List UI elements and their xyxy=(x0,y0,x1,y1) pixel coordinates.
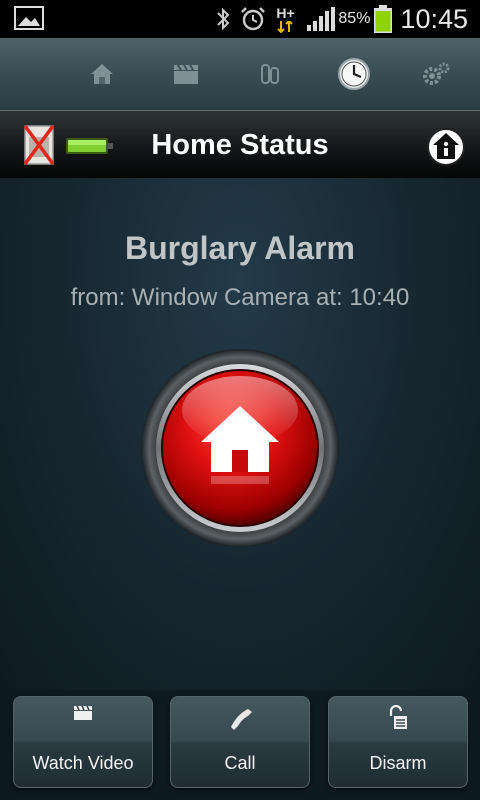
battery-percent: 85% xyxy=(338,10,371,27)
action-bar: Watch Video Call Disarm xyxy=(0,690,480,800)
clock-time: 10:45 xyxy=(400,3,468,34)
call-button[interactable]: Call xyxy=(170,696,310,788)
home-info-icon[interactable] xyxy=(426,127,466,167)
alarm-home-button[interactable] xyxy=(140,348,340,548)
clapperboard-icon xyxy=(174,64,198,84)
page-header: Home Status xyxy=(0,110,480,179)
watch-video-button[interactable]: Watch Video xyxy=(13,696,153,788)
phone-icon xyxy=(231,709,252,730)
clapperboard-icon xyxy=(74,705,92,720)
tab-history[interactable] xyxy=(336,56,372,92)
signal-icon xyxy=(307,7,336,31)
bluetooth-icon xyxy=(217,7,230,31)
call-label: Call xyxy=(224,753,256,773)
alarm-subtitle: from: Window Camera at: 10:40 xyxy=(70,284,410,311)
tab-settings[interactable] xyxy=(418,56,454,92)
tab-devices[interactable] xyxy=(252,56,288,92)
tab-home[interactable] xyxy=(84,56,120,92)
battery-icon xyxy=(374,5,393,33)
home-icon xyxy=(91,64,113,84)
alarm-panel: Burglary Alarm from: Window Camera at: 1… xyxy=(0,178,480,690)
tab-video[interactable] xyxy=(168,56,204,92)
status-bar: H+ 85% 10:45 xyxy=(0,0,480,38)
gears-icon xyxy=(423,62,450,85)
clock-icon xyxy=(338,58,370,90)
gallery-icon xyxy=(14,6,44,30)
alarm-clock-icon xyxy=(241,7,266,31)
network-label: H+ xyxy=(276,5,295,21)
sensors-icon xyxy=(261,64,279,84)
unlock-icon xyxy=(389,705,407,729)
tab-bar xyxy=(0,38,480,112)
disarm-label: Disarm xyxy=(369,753,427,773)
watch-video-label: Watch Video xyxy=(32,753,134,773)
alarm-title: Burglary Alarm xyxy=(125,230,355,266)
page-title: Home Status xyxy=(151,129,329,161)
disarm-button[interactable]: Disarm xyxy=(328,696,468,788)
hplus-data-icon: H+ xyxy=(276,4,296,34)
